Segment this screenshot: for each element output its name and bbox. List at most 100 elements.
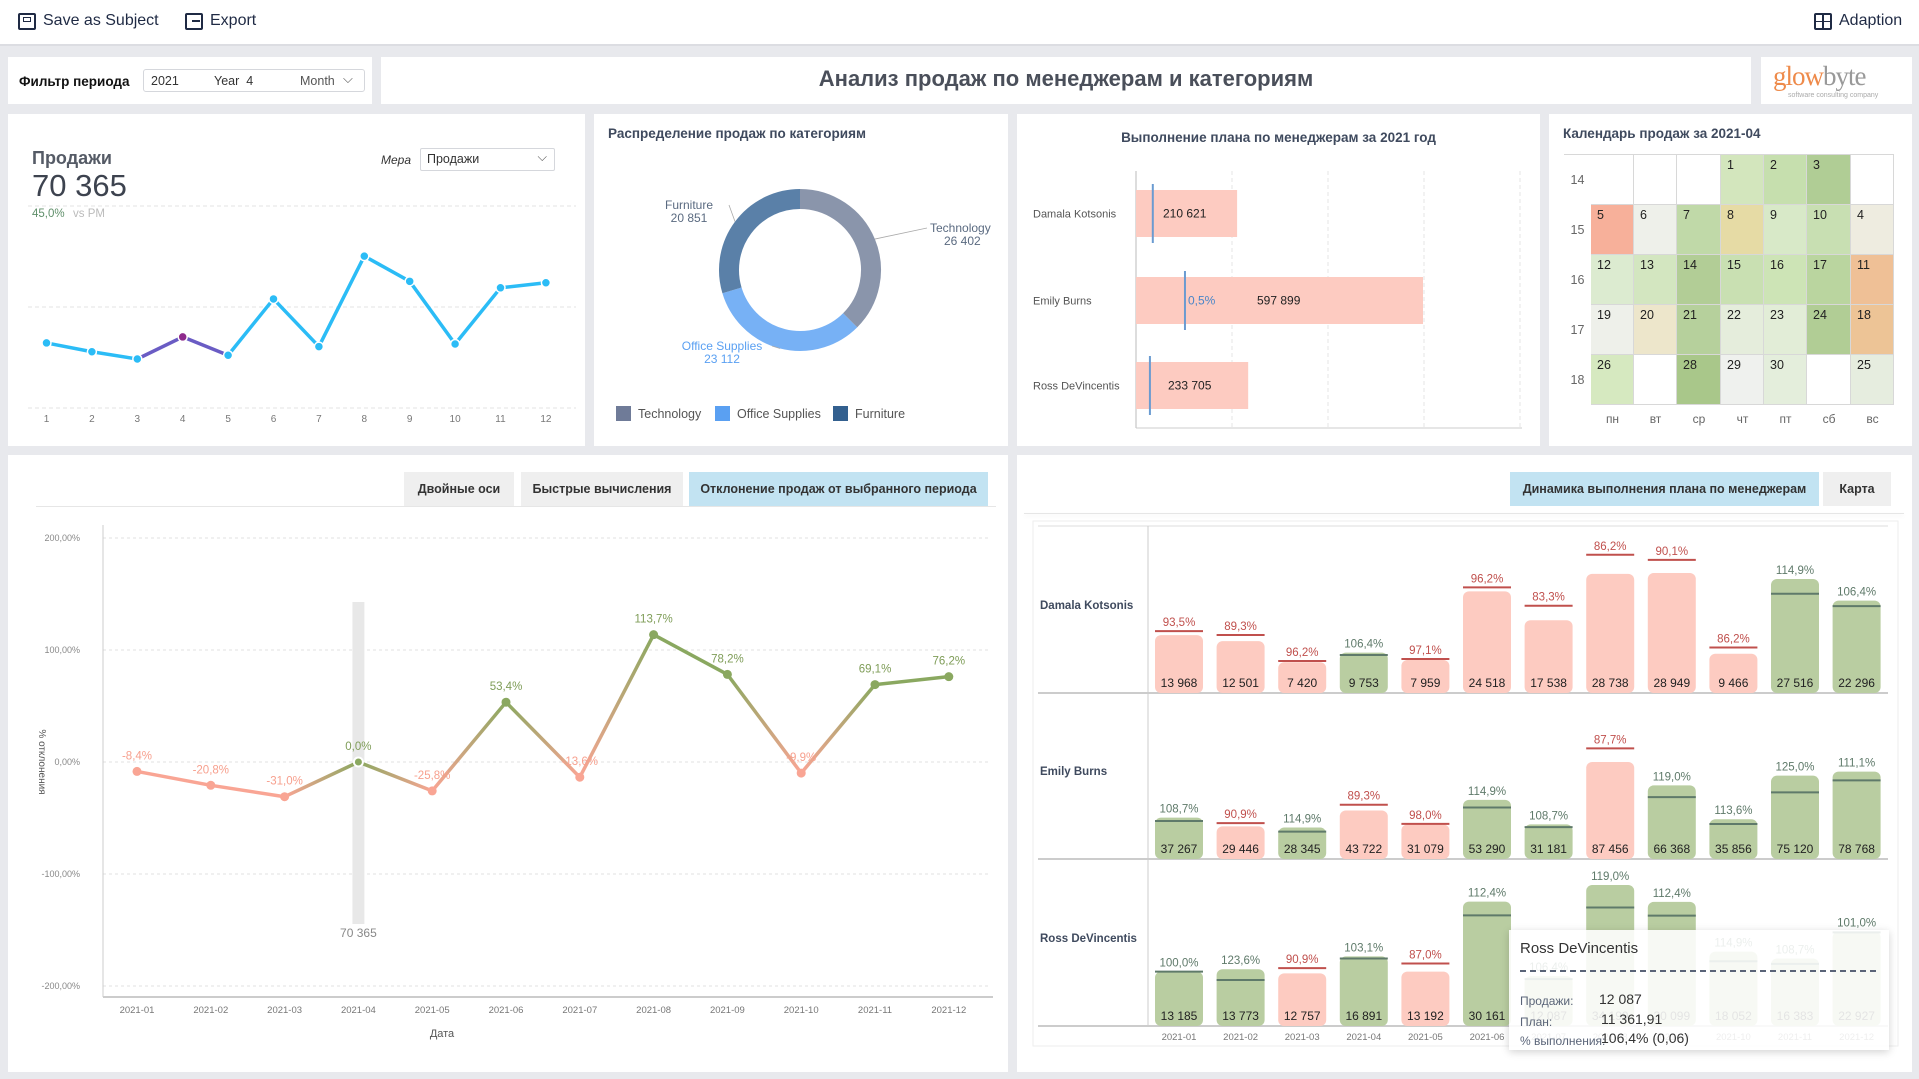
save-as-subject-label: Save as Subject: [43, 12, 159, 29]
calendar-day[interactable]: 13: [1634, 255, 1677, 305]
calendar-empty-cell: [1807, 355, 1851, 405]
period-filter-select[interactable]: 2021 Year 4 Month ⌵: [143, 69, 365, 92]
trend-point: [177, 331, 188, 343]
calendar-day[interactable]: 12: [1591, 255, 1634, 305]
x-tick-label: 2: [89, 414, 95, 425]
trend-point: [86, 346, 98, 357]
sales-value-label: 13 968: [1161, 676, 1198, 690]
calendar-day[interactable]: 25: [1851, 355, 1894, 405]
pct-label: 108,7%: [1529, 810, 1568, 822]
calendar-day[interactable]: 11: [1851, 255, 1894, 305]
deviation-point: [796, 768, 806, 778]
calendar-day[interactable]: 30: [1764, 355, 1807, 405]
calendar-day[interactable]: 3: [1807, 155, 1851, 205]
calendar-day[interactable]: 9: [1764, 205, 1807, 255]
pct-label: 90,1%: [1655, 546, 1688, 558]
trend-segment: [136, 335, 184, 361]
deviation-value-label: -13,6%: [562, 756, 598, 768]
sales-value-label: 75 120: [1777, 842, 1814, 856]
x-tick-label: 2021-03: [1285, 1032, 1320, 1043]
calendar-day[interactable]: 4: [1851, 205, 1894, 255]
legend-item[interactable]: Office Supplies: [715, 406, 821, 421]
calendar-day[interactable]: 16: [1764, 255, 1807, 305]
period-filter-label: Фильтр периода: [19, 74, 130, 89]
leader-line: [728, 204, 736, 222]
calendar-day[interactable]: 15: [1721, 255, 1764, 305]
deviation-point: [575, 772, 585, 782]
week-number: 18: [1570, 373, 1585, 387]
pct-label: 108,7%: [1159, 804, 1198, 816]
chart-tooltip: Ross DeVincentis Продажи: 12 087 План: 1…: [1509, 930, 1889, 1050]
deviation-value-label: -9,9%: [786, 752, 816, 764]
calendar-day[interactable]: 6: [1634, 205, 1677, 255]
export-button[interactable]: Export: [185, 12, 256, 30]
pct-label: 112,4%: [1653, 888, 1691, 900]
weekday-label: сб: [1822, 412, 1836, 426]
sales-value-label: 22 296: [1838, 676, 1875, 690]
x-tick-label: 2021-02: [1223, 1032, 1258, 1043]
calendar-day[interactable]: 5: [1591, 205, 1634, 255]
week-number: 15: [1570, 223, 1585, 237]
week-number: 17: [1570, 323, 1585, 337]
calendar-day[interactable]: 20: [1634, 305, 1677, 355]
calendar-day[interactable]: 29: [1721, 355, 1764, 405]
calendar-day[interactable]: 14: [1677, 255, 1721, 305]
trend-segment: [500, 281, 547, 290]
deviation-point: [280, 792, 290, 802]
calendar-day[interactable]: 21: [1677, 305, 1721, 355]
calendar-day[interactable]: 28: [1677, 355, 1721, 405]
tooltip-plan-label: План:: [1520, 1015, 1553, 1029]
calendar-day[interactable]: 19: [1591, 305, 1634, 355]
trend-point: [132, 353, 143, 365]
legend-label: Furniture: [855, 406, 906, 421]
category-donut-chart: Technology26 402 Office Supplies23 112 Fur…: [665, 189, 991, 366]
y-tick-label: -200,00%: [41, 981, 80, 991]
calendar-day[interactable]: 2: [1764, 155, 1807, 205]
x-tick-label: 4: [180, 414, 186, 425]
sales-value-label: 37 267: [1161, 842, 1198, 856]
deviation-point: [944, 672, 954, 682]
calendar-day[interactable]: 23: [1764, 305, 1807, 355]
calendar-day[interactable]: 1: [1721, 155, 1764, 205]
category-donut-panel: Распределение продаж по категориям Techn…: [594, 114, 1008, 446]
trend-segment: [182, 335, 229, 357]
logo-panel: glowbyte software consulting company: [1761, 57, 1912, 104]
save-icon: [18, 12, 36, 30]
save-as-subject-button[interactable]: Save as Subject: [18, 12, 159, 30]
legend-item[interactable]: Furniture: [833, 406, 905, 421]
leader-line: [874, 227, 928, 240]
adaption-button[interactable]: Adaption: [1814, 12, 1902, 30]
calendar-day[interactable]: 18: [1851, 305, 1894, 355]
calendar-day[interactable]: 7: [1677, 205, 1721, 255]
calendar-day[interactable]: 26: [1591, 355, 1634, 405]
deviation-point: [722, 669, 732, 679]
calendar-empty-cell: [1851, 155, 1894, 205]
pct-label: 93,5%: [1163, 617, 1196, 629]
deviation-value-label: -8,4%: [122, 750, 152, 762]
selected-period-label: 70 365: [340, 926, 377, 940]
sales-value-label: 30 161: [1469, 1009, 1506, 1023]
y-tick-label: 0,00%: [54, 757, 80, 767]
calendar-day[interactable]: 8: [1721, 205, 1764, 255]
calendar-day[interactable]: 24: [1807, 305, 1851, 355]
calendar-day[interactable]: 22: [1721, 305, 1764, 355]
manager-label: Damala Kotsonis: [1033, 209, 1117, 221]
pct-label: 100,0%: [1159, 958, 1198, 970]
deviation-panel: Двойные оси Быстрые вычисления Отклонение …: [8, 455, 1008, 1072]
calendar-day[interactable]: 17: [1807, 255, 1851, 305]
sales-bar: [1647, 573, 1696, 693]
legend-item[interactable]: Technology: [616, 406, 701, 421]
sales-value-label: 43 722: [1345, 842, 1382, 856]
y-tick-label: 200,00%: [44, 533, 80, 543]
bar-value-label: 233 705: [1168, 379, 1212, 393]
weekday-label: ср: [1692, 412, 1706, 426]
pct-label: 125,0%: [1775, 762, 1814, 774]
weekday-label: пн: [1605, 412, 1620, 426]
trend-point: [449, 338, 461, 350]
calendar-day[interactable]: 10: [1807, 205, 1851, 255]
deviation-value-label: 113,7%: [635, 614, 673, 626]
sales-value-label: 9 753: [1349, 676, 1379, 690]
deviation-value-label: -31,0%: [266, 776, 302, 788]
legend-label: Office Supplies: [737, 406, 821, 421]
calendar-empty-cell: [1591, 155, 1634, 205]
